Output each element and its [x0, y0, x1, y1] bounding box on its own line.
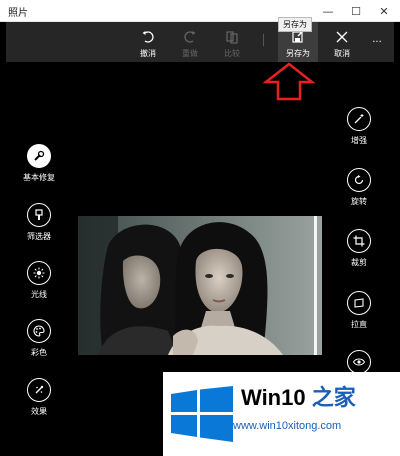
watermark-title-b: 之家 [311, 385, 356, 410]
tool-filters[interactable]: 筛选器 [4, 203, 74, 242]
filter-icon [27, 203, 51, 227]
watermark-panel: Win10 之家 www.win10xitong.com [163, 372, 400, 456]
tool-basic-fix[interactable]: 基本修复 [4, 144, 74, 183]
sun-icon [27, 261, 51, 285]
window-title: 照片 [8, 8, 28, 19]
tool-label: 基本修复 [23, 173, 55, 182]
save-as-label: 另存为 [286, 49, 310, 58]
tool-label: 增强 [351, 136, 367, 145]
photo-canvas[interactable] [78, 216, 322, 355]
watermark-title-a: Win10 [241, 385, 312, 410]
tool-rotate[interactable]: 旋转 [339, 168, 379, 207]
toolbar-separator [263, 34, 264, 46]
red-arrow-annotation [262, 62, 316, 101]
redo-icon [183, 27, 197, 47]
tool-label: 效果 [31, 407, 47, 416]
tool-straighten[interactable]: 拉直 [339, 291, 379, 330]
undo-label: 撤消 [140, 49, 156, 58]
maximize-button[interactable]: ☐ [342, 0, 370, 22]
title-bar: 照片 — ☐ ✕ [0, 0, 400, 22]
wrench-icon [27, 144, 51, 168]
compare-label: 比较 [224, 49, 240, 58]
magic-wand-icon [347, 107, 371, 131]
tool-light[interactable]: 光线 [4, 261, 74, 300]
tool-color[interactable]: 彩色 [4, 319, 74, 358]
windows-logo-icon [171, 386, 233, 442]
cancel-button[interactable]: 取消 [324, 22, 360, 62]
rotate-icon [347, 168, 371, 192]
tool-label: 裁剪 [351, 258, 367, 267]
tool-label: 筛选器 [27, 232, 51, 241]
red-eye-icon [347, 350, 371, 374]
more-button[interactable]: ··· [364, 22, 390, 62]
tool-effects[interactable]: 效果 [4, 378, 74, 417]
redo-button[interactable]: 重做 [172, 22, 208, 62]
tool-enhance[interactable]: 增强 [339, 107, 379, 146]
redo-label: 重做 [182, 49, 198, 58]
close-window-button[interactable]: ✕ [370, 0, 398, 22]
straighten-icon [347, 291, 371, 315]
watermark-url: www.win10xitong.com [233, 420, 342, 432]
crop-icon [347, 229, 371, 253]
tool-label: 拉直 [351, 320, 367, 329]
tool-crop[interactable]: 裁剪 [339, 229, 379, 268]
close-icon [336, 27, 348, 47]
edit-toolbar: 撤消 重做 比较 另存为 取消 ··· [6, 22, 394, 62]
photo-image [78, 216, 322, 355]
undo-button[interactable]: 撤消 [130, 22, 166, 62]
tool-red-eye[interactable] [339, 350, 379, 374]
minimize-button[interactable]: — [314, 0, 342, 22]
effects-icon [27, 378, 51, 402]
photo-edge-handle[interactable] [314, 216, 317, 355]
tool-label: 旋转 [351, 197, 367, 206]
tool-label: 光线 [31, 290, 47, 299]
save-as-tooltip: 另存为 [278, 17, 312, 32]
watermark-title: Win10 之家 [241, 380, 356, 412]
cancel-label: 取消 [334, 49, 350, 58]
tool-label: 彩色 [31, 348, 47, 357]
compare-button[interactable]: 比较 [214, 22, 250, 62]
undo-icon [141, 27, 155, 47]
palette-icon [27, 319, 51, 343]
compare-icon [225, 27, 239, 47]
